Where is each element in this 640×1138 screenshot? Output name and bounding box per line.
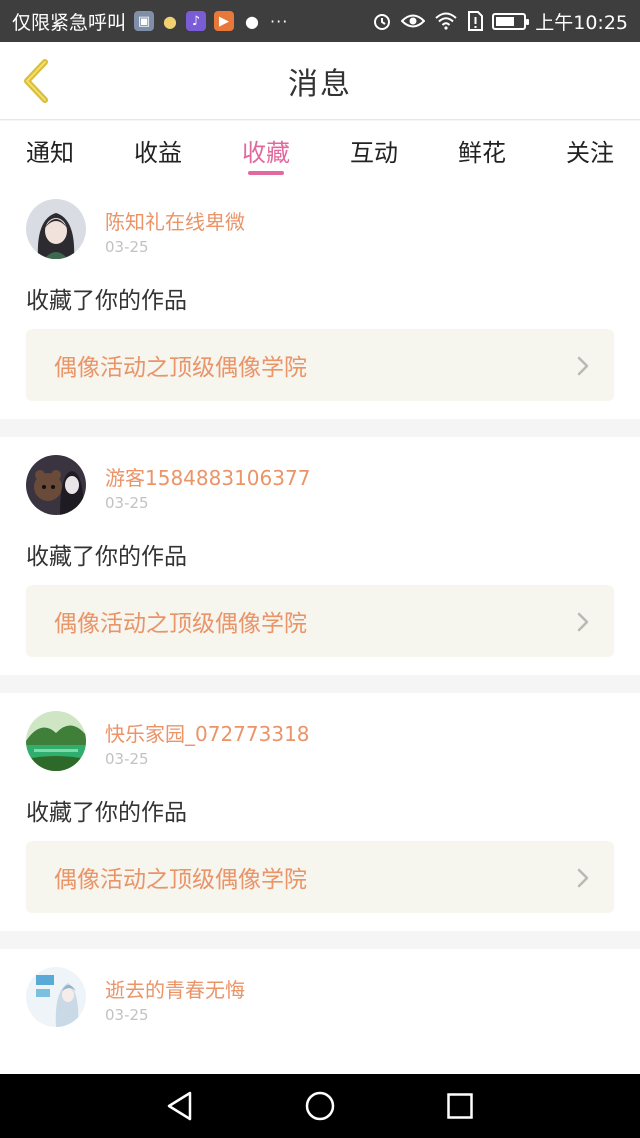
page-title: 消息 — [288, 66, 352, 102]
avatar[interactable] — [26, 967, 86, 1027]
header-bar: 消息 — [0, 42, 640, 120]
work-link[interactable]: 偶像活动之顶级偶像学院 — [26, 585, 614, 657]
clock-text: 上午10:25 — [535, 11, 628, 34]
carrier-text: 仅限紧急呼叫 — [12, 11, 127, 34]
tab-following[interactable]: 关注 — [566, 121, 614, 181]
video-icon: ▶ — [214, 11, 235, 31]
tab-interactions[interactable]: 互动 — [350, 121, 398, 181]
tab-earnings[interactable]: 收益 — [134, 121, 182, 181]
wifi-icon — [435, 12, 457, 30]
chevron-right-icon — [577, 356, 589, 376]
action-text: 收藏了你的作品 — [26, 288, 187, 314]
username[interactable]: 快乐家园_072773318 — [105, 718, 310, 747]
nav-home-button[interactable] — [300, 1086, 340, 1126]
message-date: 03-25 — [105, 494, 149, 512]
triangle-back-icon — [167, 1091, 192, 1121]
tab-favorites[interactable]: 收藏 — [242, 121, 290, 181]
wechat-icon: ● — [245, 11, 259, 31]
system-nav-bar — [0, 1074, 640, 1138]
avatar[interactable] — [26, 455, 86, 515]
action-text: 收藏了你的作品 — [26, 544, 187, 570]
work-title: 偶像活动之顶级偶像学院 — [54, 867, 307, 893]
alarm-icon — [374, 14, 391, 30]
eye-icon — [401, 14, 426, 28]
tab-flowers[interactable]: 鲜花 — [458, 121, 506, 181]
bulb-icon: ● — [163, 11, 177, 31]
list-item: 游客1584883106377 03-25 收藏了你的作品 偶像活动之顶级偶像学… — [0, 437, 640, 675]
username[interactable]: 陈知礼在线卑微 — [105, 206, 245, 235]
action-text: 收藏了你的作品 — [26, 800, 187, 826]
back-button[interactable] — [14, 54, 58, 108]
status-bar: 仅限紧急呼叫 ▣ ● ♪ ▶ ● ··· 上午10:25 — [0, 0, 640, 42]
chevron-right-icon — [577, 612, 589, 632]
message-list: 陈知礼在线卑微 03-25 收藏了你的作品 偶像活动之顶级偶像学院 游客1584… — [0, 181, 640, 1138]
chevron-left-icon — [24, 59, 48, 103]
list-item: 陈知礼在线卑微 03-25 收藏了你的作品 偶像活动之顶级偶像学院 — [0, 181, 640, 419]
username[interactable]: 逝去的青春无悔 — [105, 974, 245, 1003]
message-date: 03-25 — [105, 1006, 149, 1024]
avatar[interactable] — [26, 199, 86, 259]
work-link[interactable]: 偶像活动之顶级偶像学院 — [26, 329, 614, 401]
battery-icon — [492, 12, 530, 30]
chevron-right-icon — [577, 868, 589, 888]
music-icon: ♪ — [186, 11, 207, 31]
nav-recents-button[interactable] — [440, 1086, 480, 1126]
message-date: 03-25 — [105, 238, 149, 256]
shield-icon: ▣ — [134, 11, 155, 31]
more-icon: ··· — [270, 11, 289, 31]
circle-home-icon — [305, 1091, 335, 1121]
work-title: 偶像活动之顶级偶像学院 — [54, 355, 307, 381]
work-title: 偶像活动之顶级偶像学院 — [54, 611, 307, 637]
tab-bar: 通知 收益 收藏 互动 鲜花 关注 — [0, 121, 640, 181]
username[interactable]: 游客1584883106377 — [105, 462, 310, 491]
square-recents-icon — [447, 1093, 473, 1119]
sim-alert-icon — [468, 11, 484, 31]
work-link[interactable]: 偶像活动之顶级偶像学院 — [26, 841, 614, 913]
nav-back-button[interactable] — [160, 1086, 200, 1126]
tab-notifications[interactable]: 通知 — [26, 121, 74, 181]
message-date: 03-25 — [105, 750, 149, 768]
list-item: 快乐家园_072773318 03-25 收藏了你的作品 偶像活动之顶级偶像学院 — [0, 693, 640, 931]
avatar[interactable] — [26, 711, 86, 771]
